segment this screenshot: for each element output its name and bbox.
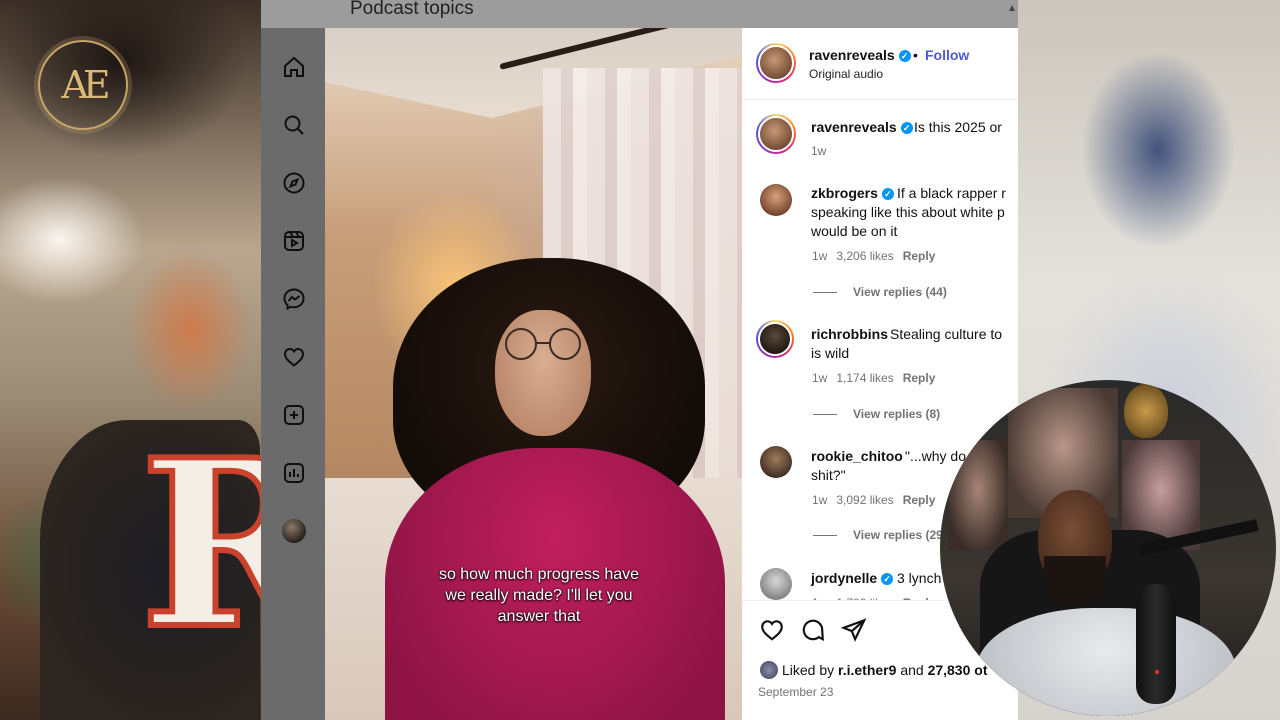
post-header: ravenreveals ✓ • Follow Original audio (742, 28, 1018, 100)
view-replies-button[interactable]: View replies (29 (853, 528, 943, 542)
reply-button[interactable]: Reply (903, 493, 936, 507)
caption-line: answer that (497, 608, 581, 625)
create-icon[interactable] (281, 402, 307, 428)
comment-username[interactable]: jordynelle ✓ (811, 570, 894, 586)
video-caption: so how much progress have we really made… (389, 564, 689, 627)
comment-icon[interactable] (800, 617, 826, 643)
comment-text: would be on it (811, 223, 898, 239)
comment-avatar[interactable] (760, 184, 792, 216)
comment-age: 1w (812, 249, 828, 263)
verified-icon: ✓ (881, 188, 894, 200)
sidebar-nav (261, 28, 325, 720)
author-username[interactable]: ravenreveals ✓ (809, 47, 911, 63)
verified-icon: ✓ (898, 50, 911, 62)
wall-art (948, 440, 1008, 550)
mic-led (1155, 670, 1159, 674)
webcam-beard (1044, 556, 1106, 606)
comment-likes[interactable]: 3,206 likes (836, 249, 893, 263)
profile-avatar[interactable] (281, 518, 307, 544)
comment-username[interactable]: richrobbins (811, 326, 888, 342)
webcam-shirt (976, 608, 1236, 716)
reel-video[interactable]: so how much progress have we really made… (325, 28, 742, 720)
comment-text: is wild (811, 345, 850, 361)
verified-icon: ✓ (900, 122, 913, 134)
post-caption-text: Is this 2025 or (914, 119, 1002, 135)
comment-text: If a black rapper r (897, 185, 1006, 201)
reels-icon[interactable] (281, 228, 307, 254)
comment-text: Stealing culture to (890, 326, 1003, 342)
webcam-overlay (940, 380, 1276, 716)
video-person-glasses (505, 328, 581, 360)
comment-avatar[interactable] (756, 320, 794, 358)
window-titlebar: Podcast topics ▲ (261, 0, 1018, 28)
caption-author-username[interactable]: ravenreveals ✓ (811, 119, 913, 135)
messenger-icon[interactable] (281, 286, 307, 312)
background-letter: R (137, 410, 262, 680)
comment-text: speaking like this about white p (811, 204, 1005, 220)
comment-username-text[interactable]: jordynelle (811, 570, 877, 586)
separator-dot: • (913, 47, 918, 63)
caption-age: 1w (811, 144, 827, 158)
follow-button[interactable]: Follow (925, 47, 969, 63)
channel-logo: AE (38, 40, 128, 130)
audio-label[interactable]: Original audio (809, 67, 883, 81)
liked-by[interactable]: Liked by r.i.ether9 and 27,830 ot (760, 661, 988, 679)
comment-meta: 1w 1,174 likes Reply (812, 371, 944, 385)
caption-line: we really made? I'll let you (445, 587, 633, 604)
scroll-up-icon[interactable]: ▲ (1007, 3, 1017, 14)
window-title: Podcast topics (350, 0, 474, 19)
comment-meta: 1w 3,092 likes Reply (812, 493, 944, 507)
instagram-window: Podcast topics ▲ ▼ (261, 0, 1018, 720)
post-date: September 23 (758, 685, 834, 699)
comment-avatar[interactable] (760, 568, 792, 600)
comment-age: 1w (812, 493, 828, 507)
home-icon[interactable] (281, 54, 307, 80)
background-left: R (0, 0, 262, 720)
wall-decor (1124, 384, 1168, 438)
author-username-text[interactable]: ravenreveals (809, 47, 895, 63)
liked-by-user[interactable]: r.i.ether9 (838, 662, 896, 678)
author-avatar[interactable] (756, 43, 796, 83)
share-icon[interactable] (841, 617, 867, 643)
liked-by-prefix: Liked by (782, 662, 835, 678)
caption-author-avatar[interactable] (756, 114, 796, 154)
insights-icon[interactable] (281, 460, 307, 486)
liked-by-avatar (760, 661, 778, 679)
comment-username[interactable]: zkbrogers ✓ (811, 185, 894, 201)
comment-meta: 1w 3,206 likes Reply (812, 249, 944, 263)
microphone (1136, 584, 1176, 704)
verified-icon: ✓ (881, 573, 894, 585)
explore-icon[interactable] (281, 170, 307, 196)
heart-icon[interactable] (281, 344, 307, 370)
comment-likes[interactable]: 1,174 likes (836, 371, 893, 385)
comment-likes[interactable]: 3,092 likes (836, 493, 893, 507)
comment-age: 1w (812, 371, 828, 385)
search-icon[interactable] (281, 112, 307, 138)
like-icon[interactable] (759, 617, 785, 643)
comment-text: shit?" (811, 467, 846, 483)
reply-button[interactable]: Reply (903, 249, 936, 263)
comment-username-text[interactable]: rookie_chitoo (811, 448, 903, 464)
comment-username-text[interactable]: richrobbins (811, 326, 888, 342)
view-replies-button[interactable]: View replies (44) (853, 285, 947, 299)
liked-by-and: and (900, 662, 924, 678)
caption-line: so how much progress have (438, 566, 640, 583)
comment-username[interactable]: rookie_chitoo (811, 448, 903, 464)
reply-button[interactable]: Reply (903, 371, 936, 385)
comment-text: 3 lynch (897, 570, 942, 586)
comment-username-text[interactable]: zkbrogers (811, 185, 878, 201)
comment-avatar[interactable] (760, 446, 792, 478)
caption-author-text[interactable]: ravenreveals (811, 119, 897, 135)
view-replies-button[interactable]: View replies (8) (853, 407, 940, 421)
